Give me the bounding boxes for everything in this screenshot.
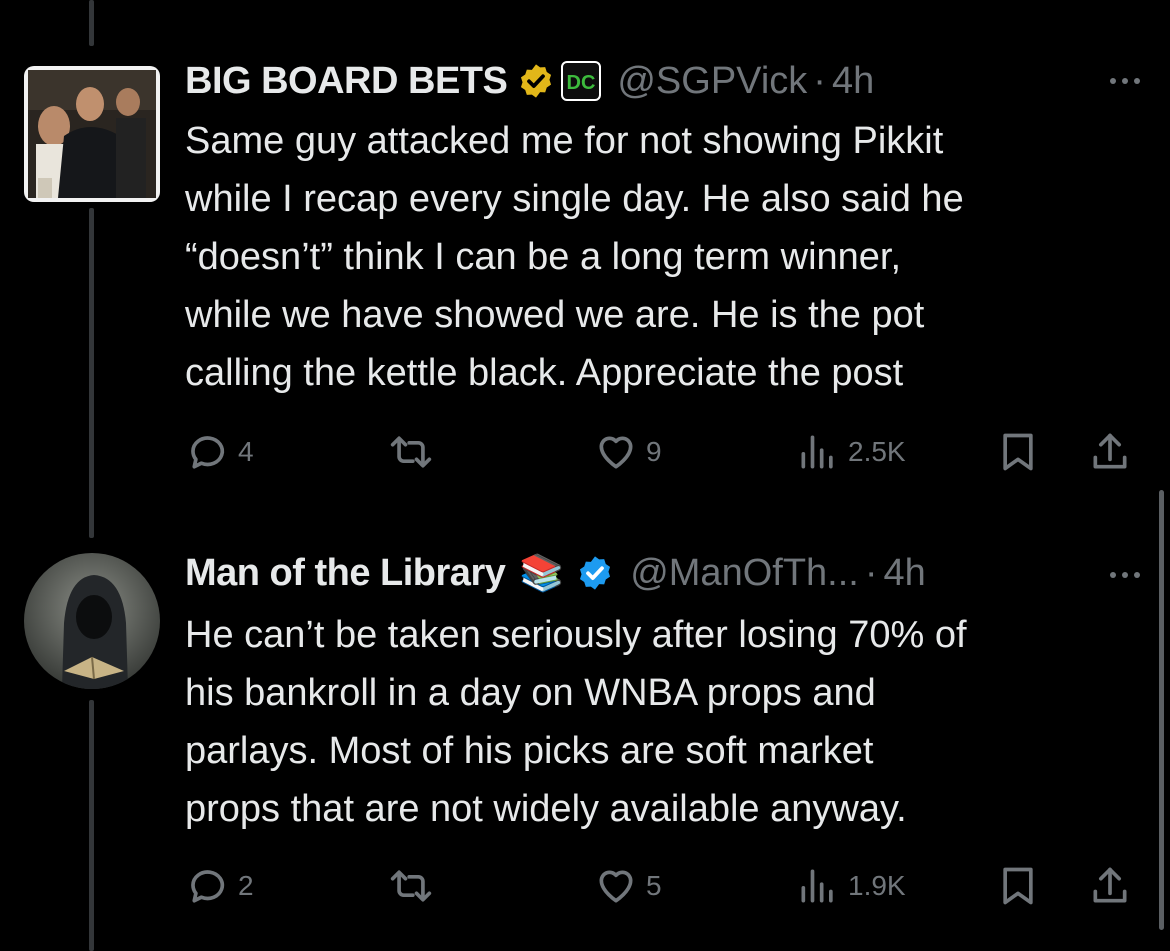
tweet-text: Same guy attacked me for not showing Pik… — [185, 120, 964, 394]
share-icon — [1093, 433, 1127, 469]
timestamp[interactable]: 4h — [832, 60, 874, 103]
views-button[interactable]: 2.5K — [796, 430, 906, 474]
share-button[interactable] — [1088, 430, 1132, 474]
like-button[interactable]: 5 — [594, 864, 662, 908]
gold-verified-icon[interactable] — [517, 62, 555, 100]
more-options-button[interactable] — [1110, 78, 1140, 84]
tweet-actions: 4 9 2.5K — [0, 430, 1170, 474]
tweet-text: He can’t be taken seriously after losing… — [185, 614, 967, 830]
repost-icon — [390, 436, 432, 468]
books-emoji: 📚 — [519, 552, 565, 593]
share-button[interactable] — [1088, 864, 1132, 908]
views-icon — [801, 435, 833, 469]
bookmark-button[interactable] — [996, 864, 1040, 908]
scrollbar[interactable] — [1159, 490, 1164, 930]
more-dot-icon — [1110, 572, 1116, 578]
reply-button[interactable]: 2 — [186, 864, 254, 908]
share-icon — [1093, 867, 1127, 903]
like-button[interactable]: 9 — [594, 430, 662, 474]
more-dot-icon — [1110, 78, 1116, 84]
heart-icon — [599, 436, 633, 469]
blue-verified-icon[interactable] — [576, 554, 614, 592]
avatar[interactable] — [24, 553, 160, 689]
like-count: 5 — [646, 870, 662, 901]
tweet-2[interactable]: Man of the Library 📚 @ManOfTh... · 4h He… — [0, 500, 1170, 951]
handle[interactable]: @ManOfTh... — [630, 552, 859, 595]
repost-button[interactable] — [386, 864, 444, 908]
like-count: 9 — [646, 436, 662, 467]
bookmark-icon — [1003, 867, 1033, 905]
views-button[interactable]: 1.9K — [796, 864, 906, 908]
heart-icon — [599, 870, 633, 903]
handle[interactable]: @SGPVick — [617, 60, 807, 103]
repost-icon — [390, 870, 432, 902]
more-dot-icon — [1134, 572, 1140, 578]
more-options-button[interactable] — [1110, 572, 1140, 578]
tweet-1[interactable]: BIG BOARD BETS DC @SGPVick · 4h Same guy… — [0, 0, 1170, 500]
more-dot-icon — [1122, 78, 1128, 84]
affiliate-badge-label: DC — [567, 72, 596, 94]
views-icon — [801, 869, 833, 903]
separator-dot: · — [813, 59, 826, 102]
display-name[interactable]: BIG BOARD BETS — [185, 60, 508, 103]
display-name[interactable]: Man of the Library — [185, 552, 506, 595]
affiliate-badge-icon[interactable]: DC — [561, 61, 602, 101]
bookmark-icon — [1003, 433, 1033, 471]
repost-button[interactable] — [386, 430, 444, 474]
views-count: 2.5K — [848, 436, 906, 467]
avatar-photo — [24, 66, 160, 202]
more-dot-icon — [1122, 572, 1128, 578]
timestamp[interactable]: 4h — [884, 552, 926, 595]
avatar[interactable] — [24, 66, 160, 202]
bookmark-button[interactable] — [996, 430, 1040, 474]
reply-icon — [191, 436, 225, 469]
reply-button[interactable]: 4 — [186, 430, 254, 474]
tweet-header: Man of the Library 📚 @ManOfTh... · 4h — [185, 548, 926, 598]
more-dot-icon — [1134, 78, 1140, 84]
reply-count: 2 — [238, 870, 254, 901]
reply-count: 4 — [238, 436, 254, 467]
tweet-header: BIG BOARD BETS DC @SGPVick · 4h — [185, 56, 874, 106]
tweet-actions: 2 5 1.9K — [0, 864, 1170, 908]
avatar-photo — [24, 553, 160, 689]
separator-dot: · — [864, 551, 878, 594]
reply-icon — [191, 870, 225, 903]
views-count: 1.9K — [848, 870, 906, 901]
